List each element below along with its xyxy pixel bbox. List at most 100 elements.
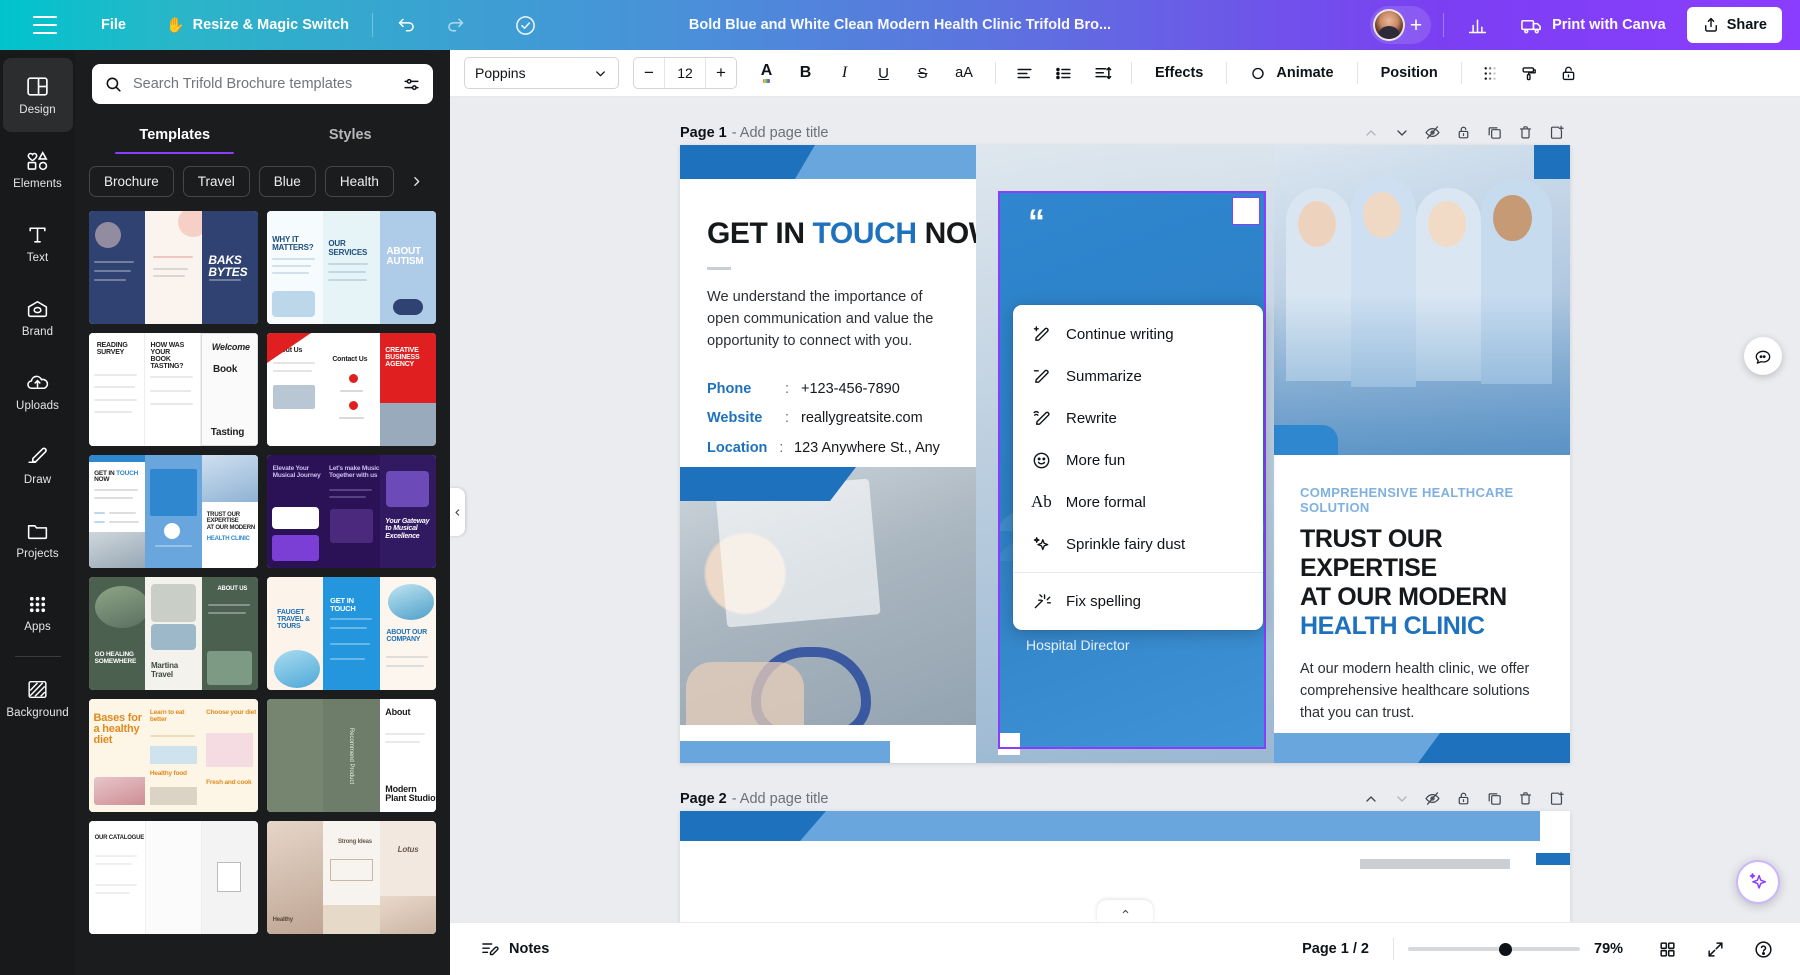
copy-style-button[interactable]: [1512, 56, 1547, 91]
move-page-down-icon[interactable]: [1388, 785, 1415, 812]
contact-row[interactable]: Phone : +123-456-7890: [707, 375, 956, 405]
brochure-body-text[interactable]: We understand the importance of open com…: [707, 286, 947, 353]
brochure-heading-line-2[interactable]: AT OUR MODERN: [1300, 583, 1548, 612]
selection-handle-top-right[interactable]: [1232, 197, 1260, 225]
doctor-consultation-photo[interactable]: [680, 467, 976, 763]
template-thumbnail-health-clinic[interactable]: GET IN TOUCH NOW TRUST OUR EXPERTISE: [89, 455, 258, 568]
font-size-decrease-button[interactable]: −: [634, 58, 664, 88]
template-thumbnail[interactable]: Bases for a healthy diet Learn to eatbet…: [89, 699, 258, 812]
menu-item-more-fun[interactable]: More fun: [1013, 439, 1263, 481]
brochure-right-column[interactable]: COMPREHENSIVE HEALTHCARE SOLUTION TRUST …: [1274, 145, 1570, 763]
sidebar-item-text[interactable]: Text: [3, 206, 73, 280]
font-size-input[interactable]: 12: [664, 58, 706, 88]
template-thumbnail[interactable]: About Us Contact Us CREATIVE BUSINESS AG…: [267, 333, 436, 446]
brochure-eyebrow[interactable]: COMPREHENSIVE HEALTHCARE SOLUTION: [1300, 485, 1548, 515]
bullet-list-button[interactable]: [1046, 56, 1081, 91]
sidebar-item-draw[interactable]: Draw: [3, 428, 73, 502]
add-collaborator-icon[interactable]: +: [1410, 15, 1422, 36]
cloud-save-status-button[interactable]: [503, 7, 548, 43]
brochure-paragraph[interactable]: At our modern health clinic, we offer co…: [1300, 659, 1550, 725]
animate-button[interactable]: Animate: [1238, 56, 1345, 91]
design-canvas[interactable]: Page 1 - Add page title: [450, 97, 1800, 922]
main-menu-button[interactable]: [22, 7, 68, 43]
search-bar[interactable]: [92, 64, 433, 104]
chip-blue[interactable]: Blue: [259, 166, 316, 197]
duplicate-page-icon[interactable]: [1481, 785, 1508, 812]
underline-button[interactable]: U: [866, 56, 901, 91]
letter-case-button[interactable]: aA: [944, 56, 984, 91]
template-thumbnail[interactable]: GO HEALINGSOMEWHERE Martina Travel ABOUT…: [89, 577, 258, 690]
file-menu-button[interactable]: File: [90, 7, 137, 43]
help-question-icon[interactable]: [1746, 932, 1780, 966]
menu-item-rewrite[interactable]: Rewrite: [1013, 397, 1263, 439]
brochure-headline[interactable]: GET IN TOUCH NOW: [707, 217, 956, 251]
move-page-up-icon[interactable]: [1357, 785, 1384, 812]
chevron-up-icon[interactable]: [1097, 900, 1153, 922]
brochure-left-column[interactable]: GET IN TOUCH NOW We understand the impor…: [680, 145, 976, 763]
zoom-level[interactable]: 79%: [1594, 941, 1636, 957]
menu-item-sprinkle-fairy-dust[interactable]: Sprinkle fairy dust: [1013, 523, 1263, 565]
hide-page-icon[interactable]: [1419, 119, 1446, 146]
sidebar-item-brand[interactable]: Brand: [3, 280, 73, 354]
undo-button[interactable]: [385, 7, 428, 43]
tab-templates[interactable]: Templates: [87, 118, 263, 154]
print-with-canva-button[interactable]: Print with Canva: [1509, 7, 1677, 43]
bold-button[interactable]: B: [788, 56, 823, 91]
move-page-down-icon[interactable]: [1388, 119, 1415, 146]
move-page-up-icon[interactable]: [1357, 119, 1384, 146]
font-family-select[interactable]: Poppins: [464, 57, 619, 89]
sidebar-item-background[interactable]: Background: [3, 661, 73, 735]
delete-page-icon[interactable]: [1512, 119, 1539, 146]
chat-help-bubble-icon[interactable]: [1744, 337, 1782, 375]
tab-styles[interactable]: Styles: [263, 118, 439, 154]
menu-item-summarize[interactable]: Summarize: [1013, 355, 1263, 397]
sidebar-item-apps[interactable]: Apps: [3, 576, 73, 650]
lock-page-icon[interactable]: [1450, 785, 1477, 812]
brochure-heading-line-3[interactable]: HEALTH CLINIC: [1300, 612, 1548, 641]
grid-view-icon[interactable]: [1650, 932, 1684, 966]
template-thumbnail[interactable]: WHY ITMATTERS? OURSERVICES ABOUT AUTISM: [267, 211, 436, 324]
add-page-icon[interactable]: [1543, 785, 1570, 812]
magic-sparkle-icon[interactable]: [1736, 860, 1780, 904]
notes-button[interactable]: Notes: [470, 932, 559, 966]
magic-write-menu[interactable]: Continue writing Summarize Rewrite More …: [1013, 305, 1263, 630]
page-indicator[interactable]: Page 1 / 2: [1292, 941, 1379, 957]
lock-page-icon[interactable]: [1450, 119, 1477, 146]
medical-team-photo[interactable]: [1274, 145, 1570, 455]
chip-brochure[interactable]: Brochure: [89, 166, 174, 197]
zoom-slider-knob[interactable]: [1499, 943, 1512, 956]
fullscreen-expand-icon[interactable]: [1698, 932, 1732, 966]
search-input[interactable]: [133, 76, 392, 92]
add-page-icon[interactable]: [1543, 119, 1570, 146]
italic-button[interactable]: I: [827, 56, 862, 91]
line-spacing-button[interactable]: [1085, 56, 1120, 91]
duplicate-page-icon[interactable]: [1481, 119, 1508, 146]
template-thumbnail[interactable]: Healthy Strong Ideas Lotus: [267, 821, 436, 934]
insights-button[interactable]: [1456, 7, 1499, 43]
hide-page-icon[interactable]: [1419, 785, 1446, 812]
chip-health[interactable]: Health: [325, 166, 394, 197]
chip-travel[interactable]: Travel: [183, 166, 250, 197]
transparency-button[interactable]: [1473, 56, 1508, 91]
collapse-panel-chevron-icon[interactable]: [450, 488, 465, 536]
font-size-increase-button[interactable]: +: [706, 58, 736, 88]
menu-item-more-formal[interactable]: Ab More formal: [1013, 481, 1263, 523]
menu-item-continue-writing[interactable]: Continue writing: [1013, 313, 1263, 355]
page-title-placeholder[interactable]: - Add page title: [732, 791, 829, 807]
filter-sliders-icon[interactable]: [402, 75, 421, 94]
sidebar-item-design[interactable]: Design: [3, 58, 73, 132]
redo-button[interactable]: [434, 7, 477, 43]
share-button[interactable]: Share: [1687, 7, 1782, 43]
template-thumbnail[interactable]: Recommend Product About Modern Plant Stu…: [267, 699, 436, 812]
sidebar-item-uploads[interactable]: Uploads: [3, 354, 73, 428]
lock-button[interactable]: [1551, 56, 1586, 91]
effects-button[interactable]: Effects: [1143, 56, 1215, 91]
chevron-right-icon[interactable]: [403, 168, 431, 196]
delete-page-icon[interactable]: [1512, 785, 1539, 812]
strikethrough-button[interactable]: S: [905, 56, 940, 91]
template-thumbnail[interactable]: OUR CATALOGUE: [89, 821, 258, 934]
contact-row[interactable]: Website : reallygreatsite.com: [707, 404, 956, 434]
font-size-stepper[interactable]: − 12 +: [633, 57, 737, 89]
zoom-slider[interactable]: [1408, 940, 1580, 958]
template-thumbnail[interactable]: Elevate YourMusical Journey Let's make M…: [267, 455, 436, 568]
